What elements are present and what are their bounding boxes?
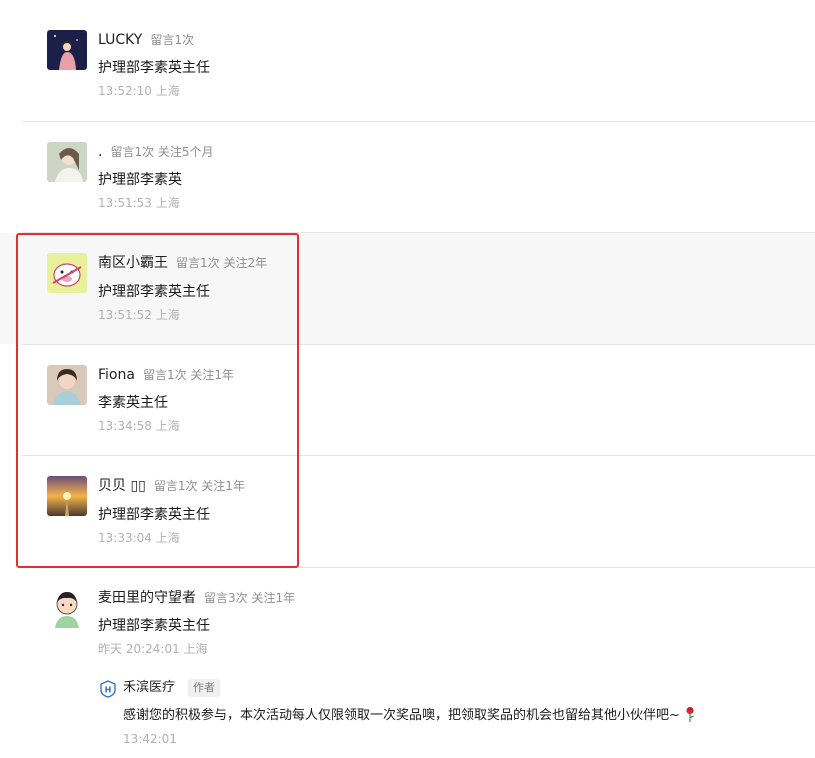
user-avatar[interactable]: [47, 476, 87, 516]
user-name[interactable]: 贝贝 ▯▯: [98, 478, 146, 494]
user-name[interactable]: LUCKY: [98, 32, 142, 48]
comment-header: 南区小霸王 留言1次 关注2年: [98, 252, 267, 273]
author-badge: 作者: [188, 679, 220, 697]
comment-item: 贝贝 ▯▯ 留言1次 关注1年 护理部李素英主任 13:33:04 上海: [0, 456, 815, 567]
comment-item: 南区小霸王 留言1次 关注2年 护理部李素英主任 13:51:52 上海: [0, 233, 815, 344]
comment-item: . 留言1次 关注5个月 护理部李素英 13:51:53 上海: [0, 122, 815, 232]
user-avatar[interactable]: [47, 365, 87, 405]
author-logo-icon: H: [100, 680, 116, 698]
comment-text: 护理部李素英主任: [98, 284, 210, 300]
user-stats: 留言1次 关注2年: [176, 256, 268, 270]
user-name[interactable]: 南区小霸王: [98, 255, 168, 271]
reply-text-content: 感谢您的积极参与，本次活动每人仅限领取一次奖品噢，把领取奖品的机会也留给其他小伙…: [123, 708, 680, 723]
user-avatar[interactable]: [47, 588, 87, 628]
rose-icon: [684, 706, 696, 729]
comment-header: . 留言1次 关注5个月: [98, 141, 214, 162]
comment-header: 麦田里的守望者 留言3次 关注1年: [98, 587, 295, 608]
author-name[interactable]: 禾滨医疗: [123, 678, 175, 698]
comment-text: 护理部李素英主任: [98, 618, 210, 634]
author-reply-time: 13:42:01: [123, 732, 177, 746]
author-reply-text: 感谢您的积极参与，本次活动每人仅限领取一次奖品噢，把领取奖品的机会也留给其他小伙…: [123, 706, 696, 729]
user-name[interactable]: Fiona: [98, 367, 135, 383]
user-stats: 留言1次 关注1年: [153, 479, 245, 493]
comment-time: 13:34:58 上海: [98, 419, 180, 433]
comment-time: 13:51:53 上海: [98, 196, 180, 210]
user-avatar[interactable]: [47, 142, 87, 182]
user-name[interactable]: .: [98, 144, 102, 160]
comment-text: 李素英主任: [98, 395, 168, 411]
comment-time: 13:51:52 上海: [98, 308, 180, 322]
comment-text: 护理部李素英主任: [98, 507, 210, 523]
comment-header: 贝贝 ▯▯ 留言1次 关注1年: [98, 475, 245, 496]
user-name[interactable]: 麦田里的守望者: [98, 590, 196, 606]
comment-header: LUCKY 留言1次: [98, 29, 194, 50]
svg-text:H: H: [105, 686, 112, 695]
user-avatar[interactable]: [47, 253, 87, 293]
user-stats: 留言1次 关注1年: [142, 368, 235, 382]
comment-time: 昨天 20:24:01 上海: [98, 642, 208, 656]
comment-item: Fiona 留言1次 关注1年 李素英主任 13:34:58 上海: [0, 345, 815, 455]
comment-time: 13:52:10 上海: [98, 84, 180, 98]
user-stats: 留言3次 关注1年: [204, 591, 296, 605]
user-avatar[interactable]: [47, 30, 87, 70]
comment-header: Fiona 留言1次 关注1年: [98, 364, 234, 385]
user-stats: 留言1次 关注5个月: [110, 145, 214, 159]
comment-time: 13:33:04 上海: [98, 531, 180, 545]
comment-item: LUCKY 留言1次 护理部李素英主任 13:52:10 上海: [0, 0, 815, 121]
comment-text: 护理部李素英主任: [98, 60, 210, 76]
user-stats: 留言1次: [150, 33, 194, 47]
comment-text: 护理部李素英: [98, 172, 182, 188]
